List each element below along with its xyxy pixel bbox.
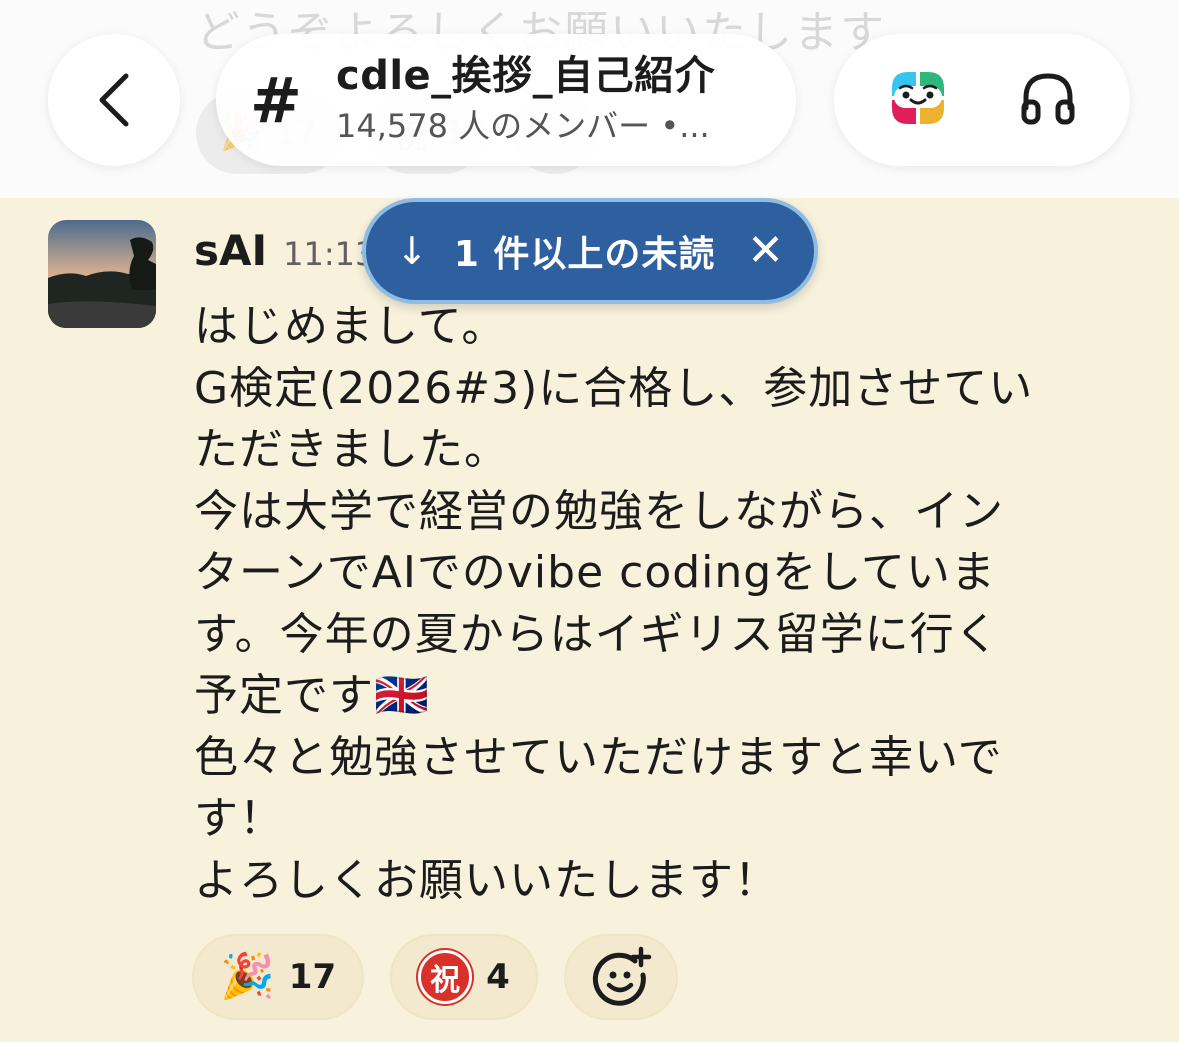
add-reaction-button[interactable] [563, 934, 678, 1020]
slack-ai-button[interactable] [886, 66, 950, 134]
reactions-bar: 🎉 17 祝 4 [192, 934, 678, 1020]
close-icon[interactable]: ✕ [747, 229, 784, 273]
back-button[interactable] [48, 34, 180, 166]
message-line: 色々と勉強させていただけますと幸いで [194, 731, 1003, 783]
chevron-left-icon [99, 73, 129, 127]
unread-label: 1 件以上の未読 [453, 234, 716, 275]
channel-name: cdle_挨拶_自己紹介 [336, 53, 716, 99]
message-line: G検定(2026#3)に合格し、参加させてい [194, 362, 1034, 414]
channel-header[interactable]: # cdle_挨拶_自己紹介 14,578 人のメンバー •... [216, 34, 796, 166]
message-line: はじめまして。 [194, 301, 507, 352]
message-line: ただきました。 [194, 424, 509, 475]
reaction-iwai[interactable]: 祝 4 [390, 934, 538, 1020]
message-line: す。今年の夏からはイギリス留学に行く [194, 608, 1000, 660]
party-popper-icon: 🎉 [220, 951, 275, 1002]
message-line: よろしくお願いいたします！ [194, 854, 779, 906]
arrow-down-icon: ↓ [396, 229, 428, 273]
reaction-party-popper[interactable]: 🎉 17 [192, 934, 365, 1020]
headphones-icon [1021, 73, 1075, 125]
message-line: ターンでAIでのvibe codingをしていま [194, 547, 996, 598]
avatar[interactable] [48, 220, 156, 328]
reaction-count: 4 [486, 957, 510, 997]
slack-ai-icon [892, 72, 944, 124]
sunset-photo [48, 220, 156, 328]
message-body: はじめまして。 G検定(2026#3)に合格し、参加させてい ただきました。 今… [194, 296, 1134, 911]
message-line: 今は大学で経営の勉強をしながら、イン [194, 485, 1004, 537]
add-emoji-icon [592, 946, 652, 1006]
message-header: sAI 11:13 [194, 226, 375, 275]
message-line: す！ [194, 793, 284, 844]
header-actions [834, 34, 1130, 166]
member-count: 14,578 人のメンバー •... [336, 107, 710, 145]
unread-banner[interactable]: ↓ 1 件以上の未読 ✕ [362, 198, 818, 304]
hash-icon: # [250, 63, 302, 137]
sender-name[interactable]: sAI [194, 226, 267, 275]
reaction-count: 17 [288, 957, 337, 997]
huddle-button[interactable] [1018, 68, 1078, 132]
iwai-icon: 祝 [418, 950, 473, 1004]
message-line: 予定です🇬🇧 [194, 670, 430, 721]
